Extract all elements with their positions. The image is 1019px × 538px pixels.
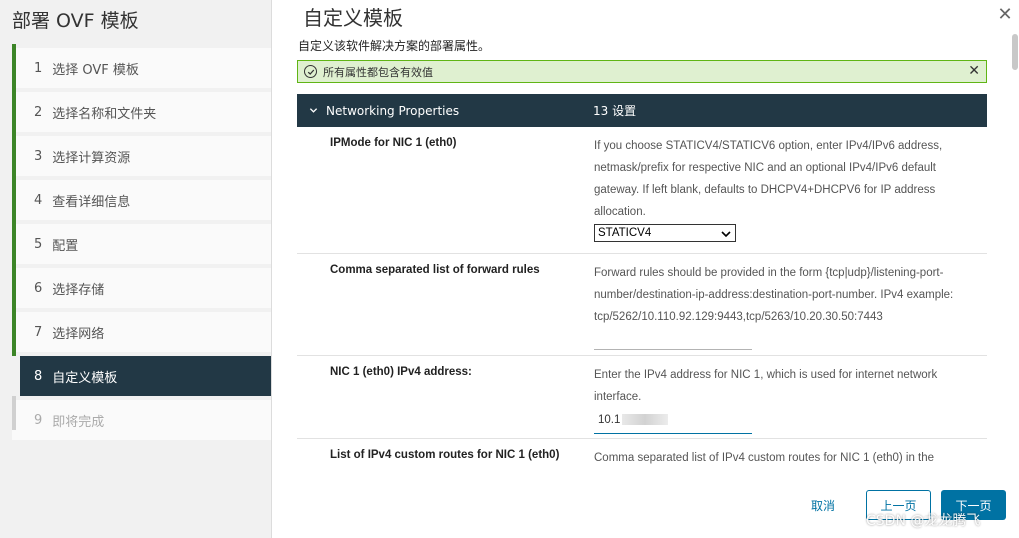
property-label: List of IPv4 custom routes for NIC 1 (et… xyxy=(330,449,560,461)
wizard-title: 部署 OVF 模板 xyxy=(12,10,139,32)
redacted-region xyxy=(622,414,669,426)
properties-panel: Networking Properties 13 设置 IPMode for N… xyxy=(297,94,987,467)
page-subtitle: 自定义该软件解决方案的部署属性。 xyxy=(298,39,491,53)
select-value: STATICV4 xyxy=(598,227,652,239)
input-value: 10.1 xyxy=(598,414,621,426)
ipmode-select[interactable]: STATICV4 xyxy=(594,224,736,242)
wizard-step-6[interactable]: 6 选择存储 xyxy=(12,264,271,312)
wizard-step-label: 查看详细信息 xyxy=(52,194,131,210)
page-title: 自定义模板 xyxy=(303,6,403,30)
wizard-step-9: 9 即将完成 xyxy=(12,396,271,440)
property-description: Forward rules should be provided in the … xyxy=(594,267,954,323)
property-label: Comma separated list of forward rules xyxy=(330,264,540,276)
property-description: Comma separated list of IPv4 custom rout… xyxy=(594,452,935,464)
wizard-steps: 1 选择 OVF 模板 2 选择名称和文件夹 3 选择计算资源 4 查看详细信息 5 配置… xyxy=(12,44,271,444)
wizard-sidebar: 部署 OVF 模板 1 选择 OVF 模板 2 选择名称和文件夹 3 选择计算资源 4… xyxy=(0,0,272,538)
wizard-step-label: 选择 OVF 模板 xyxy=(52,62,139,78)
section-title: Networking Properties xyxy=(326,103,460,118)
check-circle-icon xyxy=(304,65,317,78)
close-icon[interactable]: ✕ xyxy=(996,6,1014,24)
wizard-step-label: 选择计算资源 xyxy=(52,150,131,166)
property-row: Comma separated list of forward rules Fo… xyxy=(297,254,987,356)
property-row: NIC 1 (eth0) IPv4 address: Enter the IPv… xyxy=(297,356,987,439)
success-alert: 所有属性都包含有效值 ✕ xyxy=(297,60,987,83)
section-count: 13 设置 xyxy=(593,104,637,118)
alert-text: 所有属性都包含有效值 xyxy=(323,65,433,79)
property-label: NIC 1 (eth0) IPv4 address: xyxy=(330,366,472,378)
property-label: IPMode for NIC 1 (eth0) xyxy=(330,137,457,149)
wizard-step-label: 选择名称和文件夹 xyxy=(52,106,157,122)
wizard-step-label: 配置 xyxy=(52,238,79,254)
wizard-step-1[interactable]: 1 选择 OVF 模板 xyxy=(12,44,271,92)
chevron-down-icon xyxy=(721,229,731,241)
watermark: CSDN @龙龙腾飞 xyxy=(866,513,981,529)
property-row: IPMode for NIC 1 (eth0) If you choose ST… xyxy=(297,127,987,254)
section-header[interactable]: Networking Properties 13 设置 xyxy=(297,94,987,127)
wizard-step-3[interactable]: 3 选择计算资源 xyxy=(12,132,271,180)
cancel-button[interactable]: 取消 xyxy=(804,492,842,518)
scrollbar[interactable] xyxy=(1012,34,1018,70)
wizard-step-5[interactable]: 5 配置 xyxy=(12,220,271,268)
wizard-step-2[interactable]: 2 选择名称和文件夹 xyxy=(12,88,271,136)
wizard-step-8[interactable]: 8 自定义模板 xyxy=(20,356,271,396)
wizard-step-7[interactable]: 7 选择网络 xyxy=(12,308,271,356)
property-description: Enter the IPv4 address for NIC 1, which … xyxy=(594,369,938,403)
ipv4-address-input[interactable]: 10.1 xyxy=(594,414,752,434)
forward-rules-input[interactable] xyxy=(594,330,752,350)
chevron-down-icon xyxy=(309,106,318,115)
wizard-step-label: 选择网络 xyxy=(52,326,105,342)
property-row: List of IPv4 custom routes for NIC 1 (et… xyxy=(297,439,987,467)
property-description: If you choose STATICV4/STATICV6 option, … xyxy=(594,140,943,218)
wizard-step-label: 即将完成 xyxy=(52,414,105,430)
wizard-step-label: 自定义模板 xyxy=(52,370,118,386)
wizard-step-label: 选择存储 xyxy=(52,282,105,298)
wizard-step-4[interactable]: 4 查看详细信息 xyxy=(12,176,271,224)
alert-close-icon[interactable]: ✕ xyxy=(968,63,980,79)
